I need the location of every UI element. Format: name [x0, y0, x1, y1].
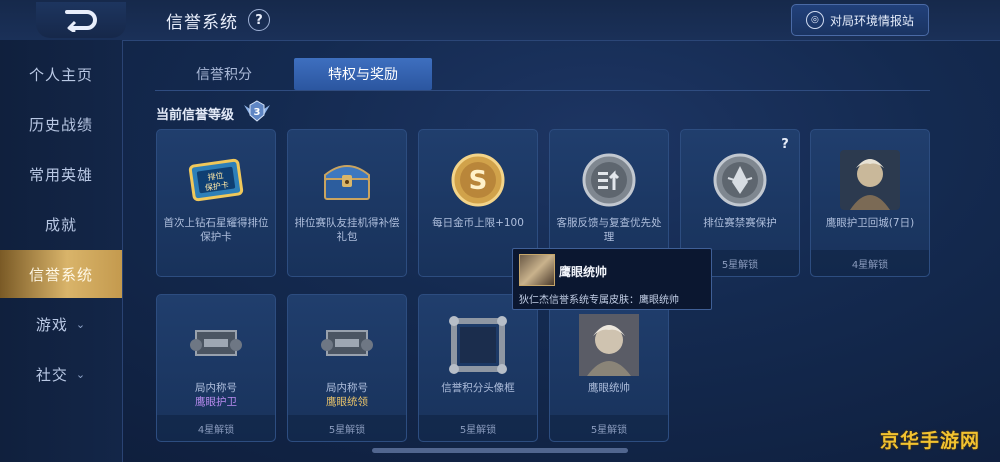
- sidebar-item-achievements[interactable]: 成就: [0, 200, 122, 248]
- skin-portrait-icon: [838, 148, 902, 212]
- sidebar-item-label: 游戏: [35, 315, 68, 334]
- card-description: 鹰眼护卫回城(7日): [825, 217, 915, 229]
- card-description: 信誉积分头像框: [441, 382, 515, 394]
- reward-card[interactable]: 局内称号 鹰眼护卫 4星解锁: [156, 294, 276, 442]
- sidebar-item-label: 信誉系统: [28, 265, 93, 284]
- sidebar-item-credit-system[interactable]: 信誉系统: [0, 250, 122, 298]
- tab-credit-points[interactable]: 信誉积分: [155, 58, 293, 90]
- card-description: 局内称号 鹰眼护卫: [161, 381, 271, 409]
- reward-card[interactable]: 信誉积分头像框 5星解锁: [418, 294, 538, 442]
- card-description: 首次上钻石星耀得排位保护卡: [163, 217, 269, 243]
- sidebar-item-game[interactable]: 游戏 ⌄: [0, 300, 122, 348]
- reward-card[interactable]: 局内称号 鹰眼统领 5星解锁: [287, 294, 407, 442]
- current-level-label: 当前信誉等级: [156, 108, 235, 123]
- level-value: 3: [254, 107, 261, 118]
- tab-divider: [155, 90, 930, 91]
- tab-label: 信誉积分: [196, 67, 252, 83]
- horizontal-scrollbar[interactable]: [372, 448, 628, 453]
- ban-protect-icon: [708, 148, 772, 212]
- title-scroll-icon: [315, 313, 379, 377]
- tooltip-title: 鹰眼统帅: [559, 265, 608, 279]
- page-title: 信誉系统: [166, 13, 238, 33]
- intel-station-label: 对局环境情报站: [829, 13, 914, 28]
- card-description: 局内称号 鹰眼统领: [292, 381, 402, 409]
- reward-card[interactable]: 排位赛队友挂机得补偿礼包: [287, 129, 407, 277]
- reward-card[interactable]: 排位 保护卡 首次上钻石星耀得排位保护卡: [156, 129, 276, 277]
- rank-protect-card-icon: 排位 保护卡: [184, 148, 248, 212]
- title-name: 鹰眼护卫: [195, 396, 237, 408]
- sidebar-item-label: 常用英雄: [28, 165, 93, 184]
- sidebar-item-label: 个人主页: [28, 65, 93, 84]
- skin-thumbnail: [519, 254, 555, 286]
- svg-text:S: S: [469, 166, 488, 196]
- help-icon[interactable]: ?: [777, 136, 793, 152]
- unlock-requirement: 5星解锁: [419, 415, 537, 441]
- title-scroll-icon: [184, 313, 248, 377]
- top-bar: 信誉系统 ? ◎ 对局环境情报站: [0, 0, 1000, 41]
- tab-label: 特权与奖励: [328, 67, 398, 83]
- feedback-icon: [577, 148, 641, 212]
- chest-icon: [315, 148, 379, 212]
- reward-card[interactable]: 鹰眼统帅 5星解锁: [549, 294, 669, 442]
- intel-station-button[interactable]: ◎ 对局环境情报站: [791, 4, 929, 36]
- skin-portrait-icon: [577, 313, 641, 377]
- sidebar-item-social[interactable]: 社交 ⌄: [0, 350, 122, 398]
- chevron-down-icon: ⌄: [75, 367, 87, 381]
- sidebar-item-profile[interactable]: 个人主页: [0, 50, 122, 98]
- card-title: 局内称号: [326, 382, 368, 394]
- tooltip-description: 狄仁杰信誉系统专属皮肤：鹰眼统帅: [519, 295, 679, 306]
- card-description: 每日金币上限+100: [432, 217, 524, 229]
- chevron-down-icon: ⌄: [75, 317, 87, 331]
- unlock-requirement: 4星解锁: [811, 250, 929, 276]
- sidebar-item-label: 成就: [44, 215, 77, 234]
- level-badge-icon: 3: [244, 100, 270, 122]
- card-title: 局内称号: [195, 382, 237, 394]
- title-name: 鹰眼统领: [326, 396, 368, 408]
- sidebar: 个人主页 历史战绩 常用英雄 成就 信誉系统 游戏 ⌄ 社交 ⌄: [0, 40, 123, 462]
- sidebar-item-heroes[interactable]: 常用英雄: [0, 150, 122, 198]
- watermark: 京华手游网: [880, 430, 981, 452]
- back-button[interactable]: [36, 2, 126, 38]
- globe-icon: ◎: [805, 11, 824, 29]
- back-arrow-icon: [65, 10, 97, 32]
- sidebar-item-label: 社交: [35, 365, 68, 384]
- skin-tooltip: 鹰眼统帅 狄仁杰信誉系统专属皮肤：鹰眼统帅: [512, 248, 712, 310]
- unlock-requirement: 5星解锁: [550, 415, 668, 441]
- reward-card[interactable]: 鹰眼护卫回城(7日) 4星解锁: [810, 129, 930, 277]
- help-icon[interactable]: ?: [248, 9, 270, 31]
- card-description: 鹰眼统帅: [588, 382, 630, 394]
- unlock-requirement: 4星解锁: [157, 415, 275, 441]
- avatar-frame-icon: [446, 313, 510, 377]
- card-description: 排位赛队友挂机得补偿礼包: [294, 217, 400, 243]
- tab-privileges-rewards[interactable]: 特权与奖励: [294, 58, 432, 90]
- unlock-requirement: 5星解锁: [288, 415, 406, 441]
- sidebar-item-history[interactable]: 历史战绩: [0, 100, 122, 148]
- card-description: 排位赛禁赛保护: [703, 217, 777, 229]
- card-description: 客服反馈与复查优先处理: [556, 217, 662, 243]
- gold-coin-icon: S: [446, 148, 510, 212]
- sidebar-item-label: 历史战绩: [28, 115, 93, 134]
